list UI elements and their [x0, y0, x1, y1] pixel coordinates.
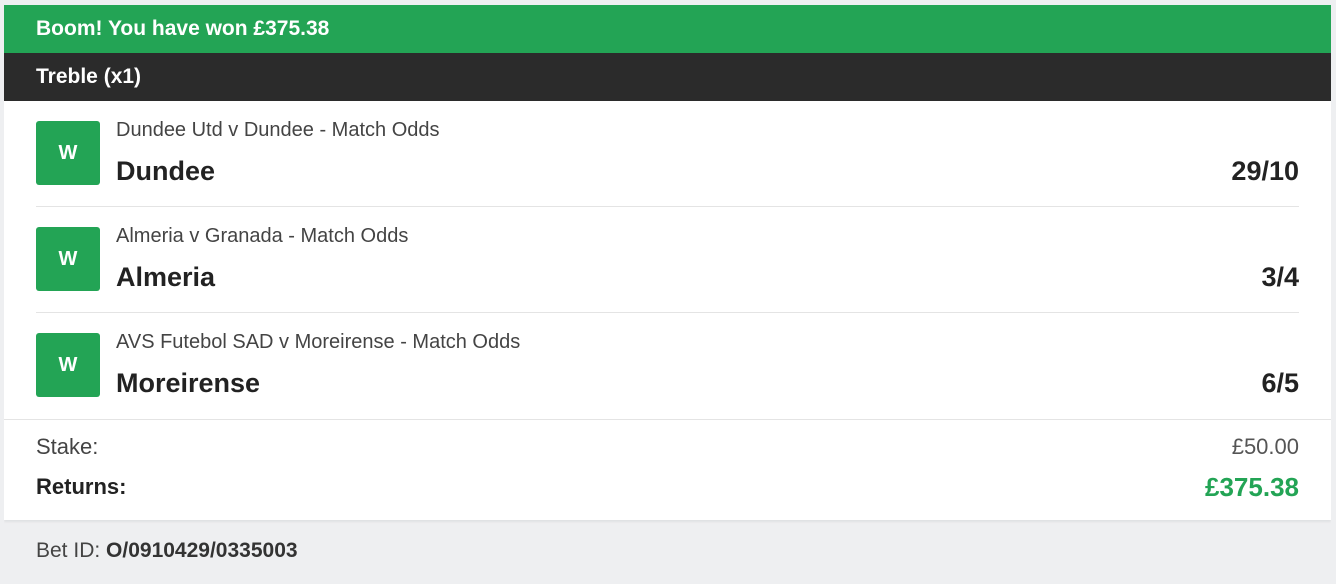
win-result-badge: W	[36, 121, 100, 185]
bet-id-label: Bet ID:	[36, 539, 101, 562]
runner-name: Dundee	[116, 156, 216, 186]
win-result-badge: W	[36, 227, 100, 291]
stake-value: £50.00	[1231, 434, 1299, 459]
win-result-badge: W	[36, 333, 100, 397]
bet-receipt-card: Boom! You have won £375.38 Treble (x1) W…	[4, 5, 1331, 584]
odds-value: 3/4	[1261, 262, 1299, 292]
stake-label: Stake:	[36, 434, 99, 459]
returns-label: Returns:	[36, 474, 127, 499]
bet-id-footer: Bet ID: O/0910429/0335003	[4, 520, 1331, 584]
runner-name: Moreirense	[116, 368, 261, 398]
market-name: AVS Futebol SAD v Moreirense - Match Odd…	[116, 331, 521, 353]
odds-value: 6/5	[1261, 368, 1299, 398]
bet-id-value: O/0910429/0335003	[106, 539, 298, 562]
selection-row: W Dundee Utd v Dundee - Match Odds Dunde…	[36, 101, 1299, 207]
returns-row: Returns: £375.38	[36, 472, 1299, 504]
selection-row: W AVS Futebol SAD v Moreirense - Match O…	[36, 313, 1299, 419]
returns-value: £375.38	[1205, 472, 1299, 502]
market-name: Almeria v Granada - Match Odds	[116, 225, 409, 247]
stake-row: Stake: £50.00	[36, 434, 1299, 464]
bet-type-header: Treble (x1)	[4, 53, 1331, 101]
odds-value: 29/10	[1231, 156, 1299, 186]
market-name: Dundee Utd v Dundee - Match Odds	[116, 119, 440, 141]
selections-list: W Dundee Utd v Dundee - Match Odds Dunde…	[4, 101, 1331, 419]
win-banner: Boom! You have won £375.38	[4, 5, 1331, 53]
runner-name: Almeria	[116, 262, 216, 292]
bet-summary: Stake: £50.00 Returns: £375.38	[4, 419, 1331, 520]
selection-row: W Almeria v Granada - Match Odds Almeria…	[36, 207, 1299, 313]
